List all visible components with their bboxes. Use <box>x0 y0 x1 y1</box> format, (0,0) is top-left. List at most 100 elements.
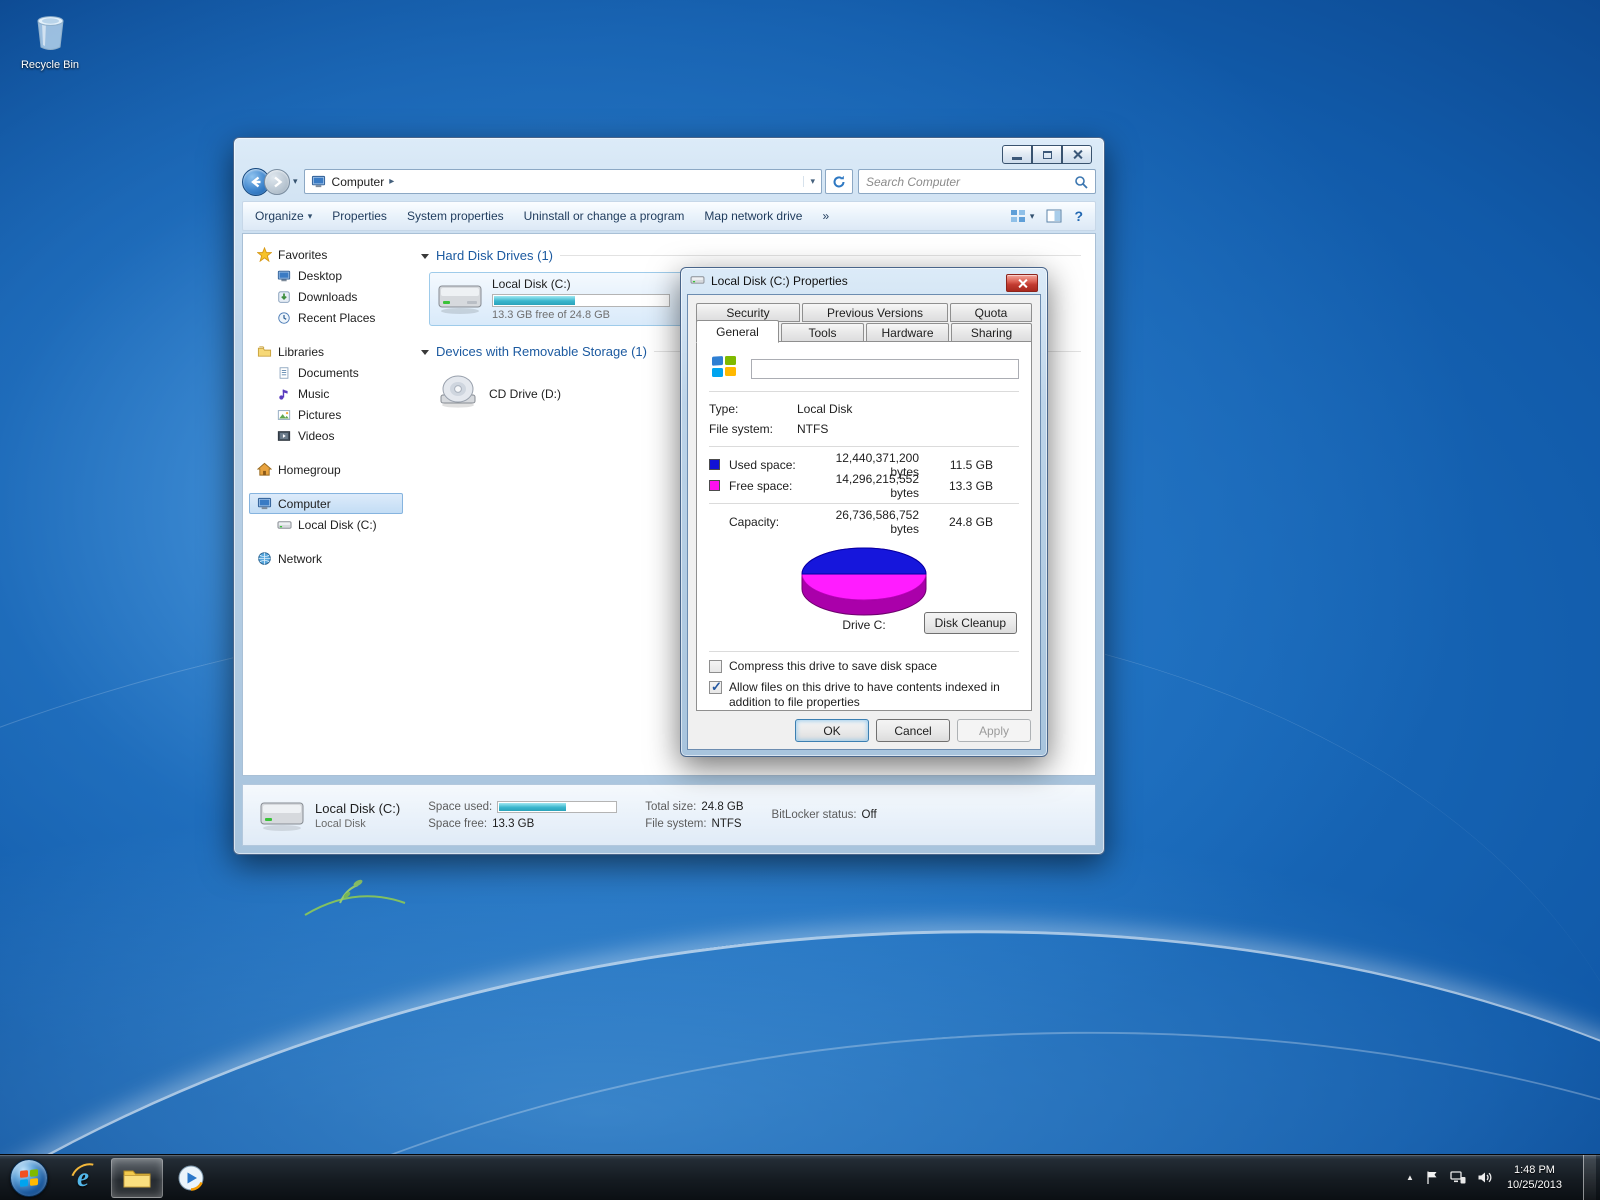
details-pane: Local Disk (C:) Local Disk Space used: S… <box>242 784 1096 846</box>
sidebar-item-libraries[interactable]: Libraries <box>249 341 403 362</box>
close-button[interactable] <box>1062 145 1092 164</box>
drive-icon <box>690 273 705 289</box>
taskbar-internet-explorer[interactable]: e <box>57 1158 109 1198</box>
system-properties-command[interactable]: System properties <box>407 209 504 223</box>
uninstall-command[interactable]: Uninstall or change a program <box>524 209 685 223</box>
details-space-free-value: 13.3 GB <box>492 818 534 830</box>
dialog-body: Security Previous Versions Quota General… <box>687 294 1041 750</box>
filesystem-value: NTFS <box>797 422 828 436</box>
start-button[interactable] <box>10 1159 48 1197</box>
hard-drive-icon <box>276 517 292 533</box>
search-icon[interactable] <box>1074 175 1088 189</box>
free-space-size: 13.3 GB <box>935 479 993 493</box>
show-desktop-button[interactable] <box>1583 1155 1596 1200</box>
taskbar-clock[interactable]: 1:48 PM 10/25/2013 <box>1507 1163 1562 1192</box>
views-icon <box>1010 209 1026 223</box>
cd-drive-name: CD Drive (D:) <box>489 387 561 401</box>
sidebar-item-documents[interactable]: Documents <box>249 362 403 383</box>
drive-name: Local Disk (C:) <box>492 277 670 291</box>
taskbar-windows-explorer[interactable] <box>111 1158 163 1198</box>
wallpaper-sprig <box>300 845 410 925</box>
maximize-button[interactable] <box>1032 145 1062 164</box>
refresh-icon <box>831 174 847 190</box>
index-option[interactable]: ✓ Allow files on this drive to have cont… <box>709 680 1019 710</box>
breadcrumb[interactable]: Computer ▸ ▾ <box>304 169 822 194</box>
cd-drive-item[interactable]: CD Drive (D:) <box>431 369 661 418</box>
forward-button[interactable] <box>264 169 290 195</box>
breadcrumb-segment[interactable]: Computer <box>332 175 385 189</box>
used-space-swatch <box>709 459 720 470</box>
preview-pane-icon <box>1046 209 1062 223</box>
sidebar-item-favorites[interactable]: Favorites <box>249 244 403 265</box>
checkmark-icon: ✓ <box>711 679 722 695</box>
tab-general[interactable]: General <box>696 320 779 343</box>
clock-icon <box>276 310 292 326</box>
change-view-button[interactable]: ▾ <box>1010 209 1035 223</box>
used-space-size: 11.5 GB <box>935 458 993 472</box>
help-button[interactable]: ? <box>1074 208 1083 224</box>
navigation-bar: ▾ Computer ▸ ▾ <box>242 165 1096 198</box>
show-hidden-icons-button[interactable]: ▲ <box>1406 1173 1414 1182</box>
tab-tools[interactable]: Tools <box>781 323 864 342</box>
action-center-flag-icon[interactable] <box>1425 1170 1439 1185</box>
organize-menu[interactable]: Organize ▾ <box>255 209 312 223</box>
close-icon <box>1072 149 1083 160</box>
tab-hardware[interactable]: Hardware <box>866 323 949 342</box>
recent-pages-caret[interactable]: ▾ <box>293 176 298 187</box>
tab-previous-versions[interactable]: Previous Versions <box>802 303 948 322</box>
index-checkbox[interactable]: ✓ <box>709 681 722 694</box>
sidebar-item-local-disk-c[interactable]: Local Disk (C:) <box>249 514 403 535</box>
sidebar-item-network[interactable]: Network <box>249 548 403 569</box>
sidebar-item-pictures[interactable]: Pictures <box>249 404 403 425</box>
folder-icon <box>122 1166 152 1190</box>
compress-checkbox[interactable] <box>709 660 722 673</box>
homegroup-icon <box>256 462 272 478</box>
clock-time: 1:48 PM <box>1507 1163 1562 1177</box>
refresh-button[interactable] <box>825 169 853 194</box>
sidebar-item-desktop[interactable]: Desktop <box>249 265 403 286</box>
toolbar-overflow-chevron[interactable]: » <box>822 209 829 223</box>
windows-logo-icon <box>20 1169 38 1187</box>
recycle-bin-label: Recycle Bin <box>8 59 92 71</box>
tab-sharing[interactable]: Sharing <box>951 323 1032 342</box>
minimize-button[interactable] <box>1002 145 1032 164</box>
sidebar-item-music[interactable]: Music <box>249 383 403 404</box>
properties-command[interactable]: Properties <box>332 209 387 223</box>
dialog-close-button[interactable] <box>1006 274 1038 292</box>
search-input[interactable] <box>866 175 1069 189</box>
sidebar-item-recent-places[interactable]: Recent Places <box>249 307 403 328</box>
map-network-drive-command[interactable]: Map network drive <box>704 209 802 223</box>
volume-label-input[interactable] <box>751 359 1019 379</box>
ok-button[interactable]: OK <box>795 719 869 742</box>
recycle-bin-icon <box>26 8 74 54</box>
pictures-icon <box>276 407 292 423</box>
cancel-button[interactable]: Cancel <box>876 719 950 742</box>
system-tray: ▲ 1:48 PM 10/25/2013 <box>1406 1155 1596 1200</box>
group-header-hard-disks[interactable]: Hard Disk Drives (1) <box>421 248 1081 263</box>
details-item-kind: Local Disk <box>315 818 400 830</box>
preview-pane-button[interactable] <box>1046 209 1062 223</box>
volume-icon[interactable] <box>1477 1170 1492 1185</box>
cd-drive-icon <box>437 373 479 414</box>
recycle-bin[interactable]: Recycle Bin <box>8 8 92 71</box>
address-dropdown-caret[interactable]: ▾ <box>803 176 815 187</box>
details-bitlocker-value: Off <box>862 809 877 821</box>
network-status-icon[interactable] <box>1450 1170 1466 1185</box>
disk-cleanup-button[interactable]: Disk Cleanup <box>924 612 1017 634</box>
details-filesystem-value: NTFS <box>712 818 742 830</box>
sidebar-item-homegroup[interactable]: Homegroup <box>249 459 403 480</box>
free-space-row: Free space: 14,296,215,552 bytes 13.3 GB <box>709 475 1019 496</box>
capacity-size: 24.8 GB <box>935 515 993 529</box>
taskbar: e ▲ 1:48 PM 10/25/2013 <box>0 1154 1600 1200</box>
taskbar-media-player[interactable] <box>165 1158 217 1198</box>
breadcrumb-separator-icon[interactable]: ▸ <box>389 176 394 187</box>
drive-c-item[interactable]: Local Disk (C:) 13.3 GB free of 24.8 GB <box>429 272 691 326</box>
compress-option[interactable]: Compress this drive to save disk space <box>709 659 1019 674</box>
tab-quota[interactable]: Quota <box>950 303 1032 322</box>
computer-icon <box>311 174 327 190</box>
sidebar-item-downloads[interactable]: Downloads <box>249 286 403 307</box>
sidebar-item-videos[interactable]: Videos <box>249 425 403 446</box>
sidebar-item-computer[interactable]: Computer <box>249 493 403 514</box>
downloads-icon <box>276 289 292 305</box>
free-space-bytes: 14,296,215,552 bytes <box>811 472 935 500</box>
